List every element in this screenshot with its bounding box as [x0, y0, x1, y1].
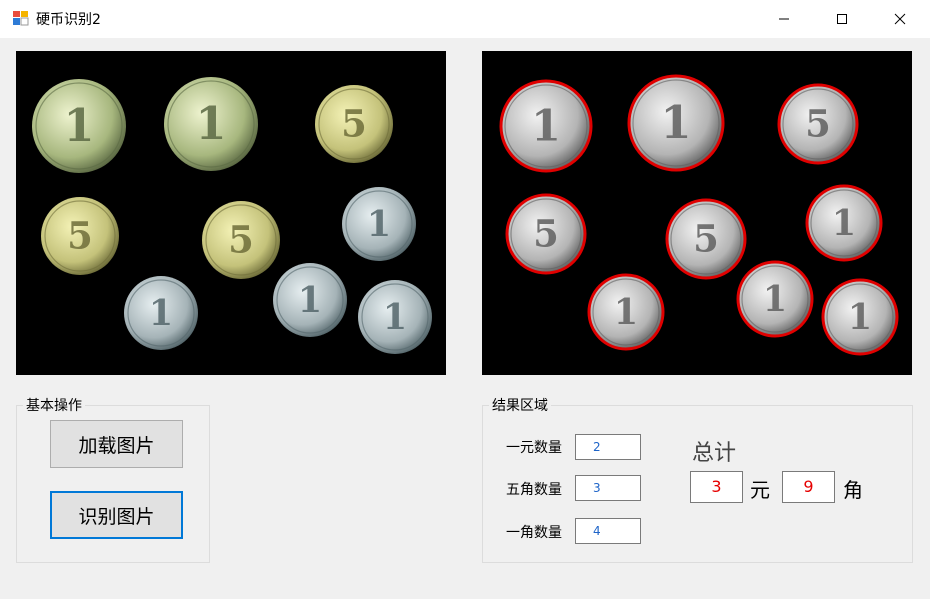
svg-text:1: 1	[832, 203, 856, 244]
total-label: 总计	[692, 441, 737, 466]
result-image-box: 1 1 5 5 5 1 1 1 1	[482, 51, 912, 375]
svg-text:1: 1	[63, 99, 94, 152]
close-icon	[894, 13, 906, 25]
original-coin: 1	[342, 187, 416, 261]
detected-coin: 1	[736, 260, 814, 338]
original-coin: 1	[273, 263, 347, 337]
close-button[interactable]	[871, 0, 929, 38]
original-coin: 1	[32, 79, 126, 173]
svg-text:5: 5	[533, 211, 559, 255]
svg-text:1: 1	[298, 280, 322, 321]
yuan-unit-label: 元	[750, 478, 770, 502]
detected-coin: 5	[505, 193, 587, 275]
jiao-unit-label: 角	[843, 478, 863, 502]
svg-text:1: 1	[614, 292, 638, 333]
original-image-box: 1 1 5 5 5 1 1 1 1	[16, 51, 446, 375]
svg-text:1: 1	[195, 97, 226, 150]
svg-text:1: 1	[763, 279, 787, 320]
original-coin: 5	[315, 85, 393, 163]
svg-text:5: 5	[805, 101, 831, 145]
one-jiao-count-label: 一角数量	[506, 525, 562, 541]
detected-coin: 1	[587, 273, 665, 351]
detected-coin: 1	[805, 184, 883, 262]
svg-text:1: 1	[383, 297, 407, 338]
maximize-icon	[837, 14, 847, 24]
svg-text:1: 1	[367, 204, 391, 245]
operations-group-label: 基本操作	[23, 395, 85, 415]
detected-coin: 1	[627, 74, 725, 172]
original-coin: 1	[358, 280, 432, 354]
original-coin: 1	[164, 77, 258, 171]
svg-text:1: 1	[848, 297, 872, 338]
maximize-button[interactable]	[813, 0, 871, 38]
svg-text:1: 1	[660, 96, 691, 149]
one-yuan-count-label: 一元数量	[506, 440, 562, 456]
minimize-button[interactable]	[755, 0, 813, 38]
five-jiao-count-field[interactable]: 3	[575, 475, 641, 501]
svg-text:5: 5	[67, 213, 93, 257]
app-icon	[13, 11, 29, 26]
detected-coin: 1	[821, 278, 899, 356]
svg-text:5: 5	[341, 101, 367, 145]
total-yuan-field[interactable]: 3	[690, 471, 743, 503]
detected-coin: 1	[499, 79, 593, 173]
load-image-button[interactable]: 加载图片	[50, 420, 183, 468]
one-jiao-count-field[interactable]: 4	[575, 518, 641, 544]
title-bar: 硬币识别2	[0, 0, 930, 38]
original-coin: 5	[41, 197, 119, 275]
original-coin: 1	[124, 276, 198, 350]
original-coin: 5	[202, 201, 280, 279]
detected-coin: 5	[665, 198, 747, 280]
svg-text:5: 5	[693, 216, 719, 260]
svg-text:1: 1	[149, 293, 173, 334]
svg-text:1: 1	[531, 101, 561, 151]
result-coin-image: 1 1 5 5 5 1 1 1 1	[499, 74, 899, 356]
recognize-image-button[interactable]: 识别图片	[50, 491, 183, 539]
result-group-label: 结果区域	[489, 395, 551, 415]
one-yuan-count-field[interactable]: 2	[575, 434, 641, 460]
five-jiao-count-label: 五角数量	[506, 482, 562, 498]
total-jiao-field[interactable]: 9	[782, 471, 835, 503]
original-coin-image: 1 1 5 5 5 1 1 1 1	[32, 77, 432, 354]
svg-text:5: 5	[228, 217, 254, 261]
detected-coin: 5	[777, 83, 859, 165]
window-title: 硬币识别2	[36, 12, 101, 28]
minimize-icon	[779, 18, 789, 20]
